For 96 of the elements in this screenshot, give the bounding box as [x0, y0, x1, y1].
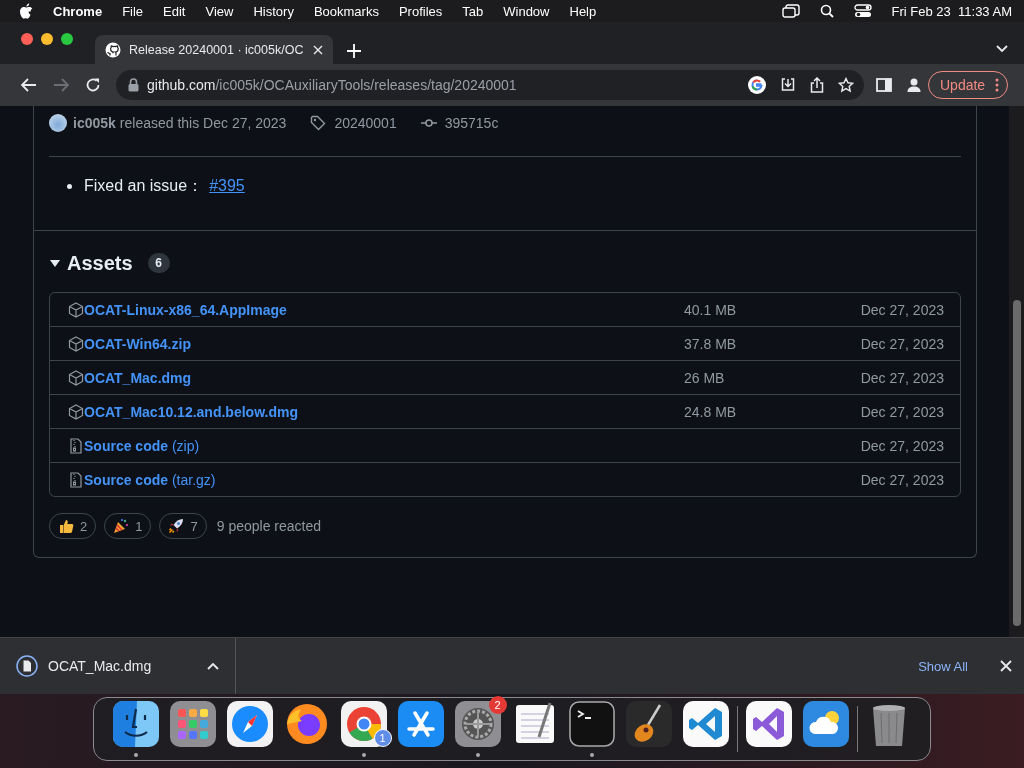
ring-icon[interactable]	[340, 701, 387, 748]
cloud-icon[interactable]	[802, 701, 849, 748]
guitar-icon[interactable]	[625, 701, 672, 748]
close-icon[interactable]	[313, 44, 323, 55]
running-indicator	[475, 753, 480, 758]
file-size: 24.8 MB	[684, 403, 737, 420]
ribbon-icon[interactable]	[682, 701, 729, 748]
release-info: released this Dec 27, 2023	[119, 115, 287, 131]
cat-logo-icon	[105, 41, 121, 58]
package-icon	[68, 369, 84, 386]
dock-item[interactable]: 2	[447, 695, 508, 758]
commit-link[interactable]: 395715c	[444, 115, 499, 131]
grid-icon[interactable]	[169, 701, 216, 748]
asset-date: Dec 27, 2023	[859, 403, 944, 420]
asset-link[interactable]: Source code (tar.gz)	[84, 471, 216, 488]
app-menu[interactable]: Chrome	[53, 3, 103, 19]
asset-date: Dec 27, 2023	[859, 369, 944, 386]
compass-icon[interactable]	[226, 701, 273, 748]
avatar[interactable]	[49, 114, 67, 132]
author-link[interactable]: ic005k	[73, 115, 116, 131]
file-size: 40.1 MB	[684, 301, 737, 318]
infinity-icon[interactable]	[745, 701, 792, 748]
thumbs-up-icon	[58, 518, 74, 534]
package-icon	[68, 403, 84, 420]
download-filename[interactable]: OCAT_Mac.dmg	[48, 658, 197, 675]
menu-item[interactable]: View	[205, 3, 234, 19]
menu-item[interactable]: Window	[503, 3, 550, 19]
menu-item[interactable]: File	[122, 3, 144, 19]
reload-icon[interactable]	[85, 77, 101, 93]
window-icon[interactable]	[781, 4, 800, 18]
asset-link[interactable]: OCAT-Linux-x86_64.AppImage	[84, 301, 287, 318]
toggles-icon[interactable]	[853, 4, 872, 18]
asset-date: Dec 27, 2023	[859, 471, 944, 488]
address-bar[interactable]: github.com/ic005k/OCAuxiliaryTools/releases/tag/20240001	[116, 70, 864, 100]
tools-icon[interactable]	[397, 701, 444, 748]
package-icon	[68, 335, 84, 352]
party-popper-icon	[113, 518, 130, 534]
asset-link[interactable]: Source code (zip)	[84, 437, 200, 454]
menu-item[interactable]: Help	[569, 3, 597, 19]
bullet-dot	[67, 183, 72, 189]
face-icon[interactable]	[112, 701, 159, 748]
notification-badge: 2	[488, 696, 507, 715]
tab-title: Release 20240001 · ic005k/OC	[129, 42, 305, 57]
zip-file-icon	[68, 437, 84, 454]
count-badge: 6	[147, 253, 170, 273]
gear-icon[interactable]	[454, 701, 501, 748]
package-icon	[68, 301, 84, 318]
terminal-icon[interactable]	[568, 701, 615, 748]
more-icon[interactable]	[995, 78, 1000, 92]
caret-icon[interactable]	[49, 258, 61, 268]
issue-link[interactable]: #395	[209, 176, 245, 194]
asset-date: Dec 27, 2023	[859, 335, 944, 352]
chevron-down-icon[interactable]	[996, 45, 1008, 53]
section-heading[interactable]: Assets	[67, 251, 133, 275]
search-icon[interactable]	[819, 4, 834, 18]
zoom-window-button[interactable]	[61, 33, 73, 45]
tag-icon	[310, 115, 327, 131]
minimize-window-button[interactable]	[41, 33, 53, 45]
lock-icon[interactable]	[128, 78, 139, 92]
apple-icon[interactable]	[19, 3, 33, 19]
file-size: 37.8 MB	[684, 335, 737, 352]
asset-link[interactable]: OCAT-Win64.zip	[84, 335, 191, 352]
zip-file-icon	[68, 471, 84, 488]
star-icon[interactable]	[838, 77, 854, 93]
new-tab-icon[interactable]	[347, 44, 361, 58]
side-panel-icon[interactable]	[876, 78, 892, 92]
rocket-icon	[168, 518, 185, 534]
running-indicator	[361, 753, 366, 758]
menubar-clock[interactable]: Fri Feb 23 11:33 AM	[891, 3, 1012, 19]
browser-tab[interactable]: Release 20240001 · ic005k/OC	[95, 35, 333, 64]
reactions-summary: 9 people reacted	[216, 518, 321, 534]
file-size: 26 MB	[684, 369, 725, 386]
running-indicator	[589, 753, 594, 758]
release-note: Fixed an issue： #395	[84, 175, 245, 196]
google-g-icon[interactable]	[748, 76, 766, 94]
file-icon	[16, 655, 38, 678]
asset-date: Dec 27, 2023	[859, 301, 944, 318]
running-indicator	[133, 753, 138, 758]
share-icon[interactable]	[810, 77, 824, 93]
menu-item[interactable]: History	[253, 3, 294, 19]
close-icon[interactable]	[1000, 660, 1012, 673]
close-window-button[interactable]	[21, 33, 33, 45]
show-all-link[interactable]: Show All	[918, 658, 968, 674]
back-icon[interactable]	[21, 78, 37, 92]
asset-date: Dec 27, 2023	[859, 437, 944, 454]
menu-item[interactable]: Profiles	[398, 3, 443, 19]
chevron-up-icon[interactable]	[207, 662, 219, 671]
asset-link[interactable]: OCAT_Mac10.12.and.below.dmg	[84, 403, 298, 420]
install-icon[interactable]	[780, 77, 796, 93]
asset-link[interactable]: OCAT_Mac.dmg	[84, 369, 192, 386]
scrollbar-thumb[interactable]	[1013, 300, 1021, 626]
tag-link[interactable]: 20240001	[334, 115, 397, 131]
menu-item[interactable]: Edit	[163, 3, 186, 19]
menu-item[interactable]: Bookmarks	[313, 3, 379, 19]
profile-icon[interactable]	[906, 77, 922, 93]
menu-item[interactable]: Tab	[462, 3, 484, 19]
